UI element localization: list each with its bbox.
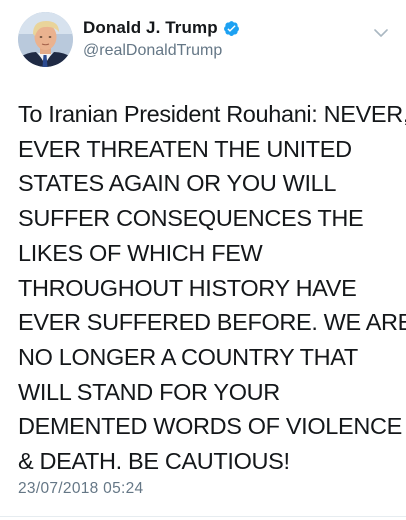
tweet-text-line: LIKES OF WHICH FEW (18, 239, 263, 266)
tweet-text-line: To Iranian President Rouhani: NEVER, (18, 101, 406, 127)
user-handle[interactable]: @realDonaldTrump (83, 42, 222, 60)
display-name[interactable]: Donald J. Trump (83, 18, 218, 38)
avatar-image (18, 12, 73, 67)
divider (0, 516, 406, 517)
tweet-text-line: & DEATH. BE CAUTIOUS! (18, 448, 290, 475)
name-row: Donald J. Trump (83, 18, 240, 38)
tweet-text-line: DEMENTED WORDS OF VIOLENCE (18, 413, 402, 440)
tweet-header: Donald J. Trump @realDonaldTrump (18, 12, 394, 70)
tweet-text: To Iranian President Rouhani: NEVER, EVE… (18, 97, 406, 479)
tweet-text-line: EVER THREATEN THE UNITED (18, 135, 352, 162)
verified-badge-icon (223, 20, 240, 37)
avatar[interactable] (18, 12, 73, 67)
tweet-text-line: STATES AGAIN OR YOU WILL (18, 170, 337, 197)
tweet-text-line: EVER SUFFERED BEFORE. WE ARE (18, 309, 406, 336)
tweet-card: Donald J. Trump @realDonaldTrump To Iran… (0, 0, 406, 520)
tweet-text-line: NO LONGER A COUNTRY THAT (18, 343, 358, 370)
tweet-text-line: THROUGHOUT HISTORY HAVE (18, 274, 357, 301)
tweet-text-line: WILL STAND FOR YOUR (18, 378, 280, 405)
tweet-text-line: SUFFER CONSEQUENCES THE (18, 205, 364, 232)
chevron-down-icon[interactable] (372, 24, 390, 42)
tweet-timestamp[interactable]: 23/07/2018 05:24 (18, 480, 143, 498)
